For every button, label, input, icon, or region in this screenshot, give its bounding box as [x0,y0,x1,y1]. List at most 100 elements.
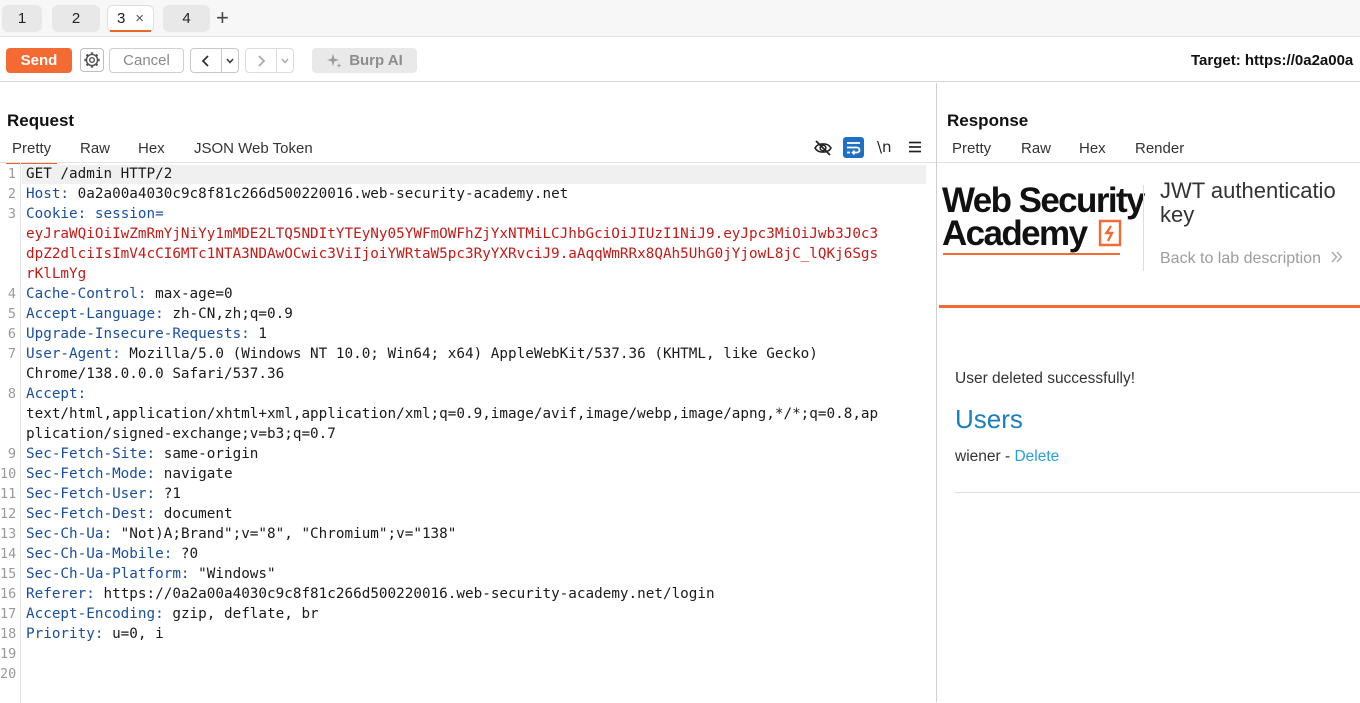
header-value: "Not)A;Brand";v="8", "Chromium";v="138" [112,526,457,542]
logo-underline [943,253,1120,255]
repeater-tab-3[interactable]: 3 × [107,5,154,32]
cancel-button[interactable]: Cancel [109,48,184,73]
header-name: Accept-Language: [26,306,164,322]
line-number: 7 [7,346,16,362]
header-value: document [155,506,233,522]
line-number: 6 [7,326,16,342]
close-tab-icon[interactable]: × [135,10,144,27]
user-row: wiener - Delete [955,448,1059,466]
repeater-tab-4[interactable]: 4 [163,5,210,32]
gear-icon [84,52,100,68]
repeater-tab-2[interactable]: 2 [52,5,100,32]
line-number: 8 [7,386,16,402]
status-message: User deleted successfully! [955,370,1136,387]
header-name: Sec-Ch-Ua-Mobile: [26,546,173,562]
request-line: Accept-Language: zh-CN,zh;q=0.9 [26,306,293,322]
line-number: 17 [0,606,17,622]
back-link-label: Back to lab description [1160,250,1321,267]
chevron-right-icon [258,54,266,67]
line-number: 5 [7,306,16,322]
chevron-left-icon [201,54,209,67]
send-button[interactable]: Send [6,48,72,73]
tab-response-raw[interactable]: Raw [1021,140,1051,157]
header-value: text/html,application/xhtml+xml,applicat… [26,406,879,422]
header-name: Cache-Control: [26,286,147,302]
header-name: Accept-Encoding: [26,606,164,622]
lab-title-line2: key [1160,202,1195,227]
header-name: Sec-Fetch-Dest: [26,506,156,522]
request-line: Sec-Ch-Ua-Platform: "Windows" [26,566,276,582]
settings-button[interactable] [80,48,104,72]
academy-logo-text: Academy [942,214,1088,253]
divider [955,492,1360,493]
header-value: navigate [155,466,233,482]
header-name: Referer: [26,586,95,602]
request-editor[interactable]: 1 GET /admin HTTP/2 2 Host: 0a2a00a4030c9c8… [0,83,936,682]
delete-user-link[interactable]: Delete [1014,448,1059,465]
cookie-value: eyJraWQiOiIwZmRmYjNiYy1mMDE2LTQ5NDItYTEy… [26,226,879,242]
request-line: Sec-Fetch-Site: same-origin [26,446,258,462]
add-tab-button[interactable]: + [216,6,229,30]
line-number: 15 [0,566,17,582]
header-name: Priority: [26,626,104,642]
tab-response-hex[interactable]: Hex [1079,140,1106,157]
back-button[interactable] [190,48,222,73]
line-number: 13 [0,526,17,542]
forward-button[interactable] [245,48,277,73]
request-line: Cache-Control: max-age=0 [26,286,233,302]
header-name: Host: [26,186,70,202]
request-line: Sec-Ch-Ua: "Not)A;Brand";v="8", "Chromiu… [26,526,456,542]
tab-label: 1 [17,10,27,27]
header-value: Chrome/138.0.0.0 Safari/537.36 [26,366,285,382]
tab-response-render[interactable]: Render [1123,140,1197,164]
line-number: 18 [0,626,17,642]
request-line: Sec-Ch-Ua-Mobile: ?0 [26,546,198,562]
request-line: Sec-Fetch-Dest: document [26,506,233,522]
rendered-response: Web Security Academy JWT authenticatio k… [937,163,1360,702]
header-value: ?0 [172,546,199,562]
forward-history-dropdown[interactable] [276,48,294,73]
header-name: Sec-Fetch-Site: [26,446,156,462]
request-line: Host: 0a2a00a4030c9c8f81c266d500220016.w… [26,186,568,202]
lab-title-line1: JWT authenticatio [1160,178,1336,203]
chevron-down-icon [226,58,234,64]
header-value: GET /admin HTTP/2 [26,166,173,182]
line-number: 12 [0,506,17,522]
request-line: Accept: [26,386,86,402]
request-line: Cookie: session= [26,206,164,222]
tab-label: 4 [182,10,191,27]
line-number: 10 [0,466,17,482]
header-separator [1143,185,1144,271]
back-history-dropdown[interactable] [221,48,239,73]
header-value: Mozilla/5.0 (Windows NT 10.0; Win64; x64… [120,346,818,362]
header-value: 0a2a00a4030c9c8f81c266d500220016.web-sec… [69,186,569,202]
line-number: 9 [7,446,16,462]
tab-label: 2 [71,10,81,27]
header-value: https://0a2a00a4030c9c8f81c266d500220016… [94,586,715,602]
repeater-tab-1[interactable]: 1 [2,5,42,32]
line-number: 19 [0,646,17,662]
request-line: Accept-Encoding: gzip, deflate, br [26,606,319,622]
tab-label: Render [1135,140,1185,157]
request-line: Chrome/138.0.0.0 Safari/537.36 [26,366,284,382]
sparkle-icon [327,53,342,68]
tab-response-pretty[interactable]: Pretty [952,140,991,157]
response-title: Response [947,111,1029,130]
header-value: 1 [249,326,268,342]
burp-ai-button[interactable]: Burp AI [312,48,417,73]
target-url[interactable]: Target: https://0a2a00a [1191,52,1353,69]
header-name: Sec-Fetch-User: [26,486,156,502]
request-line: Upgrade-Insecure-Requests: 1 [26,326,267,342]
header-value: ?1 [155,486,181,502]
user-separator: - [1000,448,1015,465]
header-value: zh-CN,zh;q=0.9 [163,306,293,322]
header-value: plication/signed-exchange;v=b3;q=0.7 [26,426,336,442]
line-number: 20 [0,666,17,682]
repeater-tab-strip: 1 2 3 × 4 + [0,0,1360,37]
users-heading: Users [955,404,1023,434]
header-name: Upgrade-Insecure-Requests: [26,326,250,342]
request-line: eyJraWQiOiIwZmRmYjNiYy1mMDE2LTQ5NDItYTEy… [26,226,878,242]
request-line: Priority: u=0, i [26,626,164,642]
back-to-lab-description-link[interactable]: Back to lab description [1160,250,1344,268]
request-line: User-Agent: Mozilla/5.0 (Windows NT 10.0… [26,346,818,362]
